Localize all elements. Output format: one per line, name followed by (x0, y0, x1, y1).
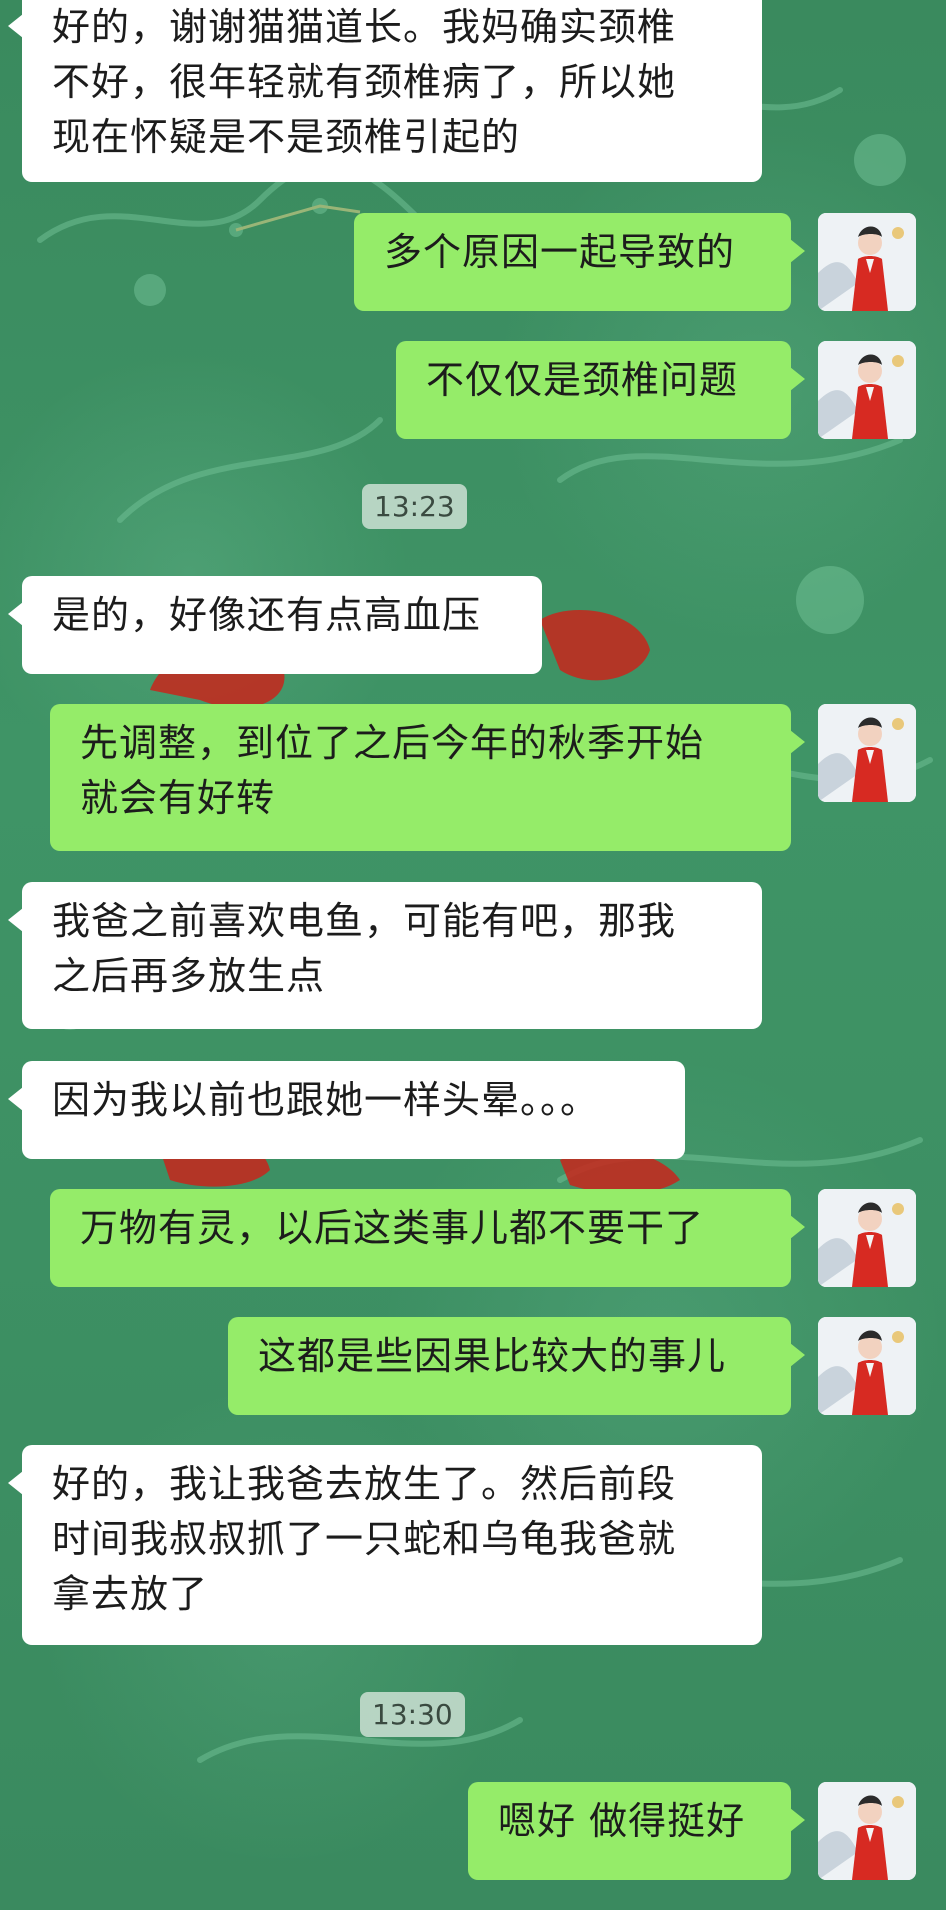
message-bubble[interactable]: 是的，好像还有点高血压 (8, 576, 542, 674)
avatar-woman-red-robe-icon[interactable] (818, 1782, 916, 1880)
message-bubble[interactable]: 多个原因一起导致的 (354, 213, 805, 311)
avatar-woman-red-robe-icon[interactable] (818, 704, 916, 802)
avatar-woman-red-robe-icon[interactable] (818, 213, 916, 311)
timestamp: 13:30 (360, 1692, 465, 1737)
message-bubble[interactable]: 因为我以前也跟她一样头晕。。。 (8, 1061, 685, 1159)
message-bubble[interactable]: 好的，谢谢猫猫道长。我妈确实颈椎 不好，很年轻就有颈椎病了，所以她 现在怀疑是不… (8, 0, 762, 182)
message-bubble[interactable]: 先调整，到位了之后今年的秋季开始 就会有好转 (50, 704, 805, 851)
message-bubble[interactable]: 不仅仅是颈椎问题 (396, 341, 805, 439)
message-bubble[interactable]: 好的，我让我爸去放生了。然后前段 时间我叔叔抓了一只蛇和乌龟我爸就 拿去放了 (8, 1445, 762, 1645)
avatar-woman-red-robe-icon[interactable] (818, 341, 916, 439)
message-bubble[interactable]: 万物有灵，以后这类事儿都不要干了 (50, 1189, 805, 1287)
message-bubble[interactable]: 我爸之前喜欢电鱼，可能有吧，那我 之后再多放生点 (8, 882, 762, 1029)
timestamp: 13:23 (362, 484, 467, 529)
avatar-woman-red-robe-icon[interactable] (818, 1317, 916, 1415)
message-bubble[interactable]: 嗯好 做得挺好 (468, 1782, 805, 1880)
avatar-woman-red-robe-icon[interactable] (818, 1189, 916, 1287)
message-bubble[interactable]: 这都是些因果比较大的事儿 (228, 1317, 805, 1415)
